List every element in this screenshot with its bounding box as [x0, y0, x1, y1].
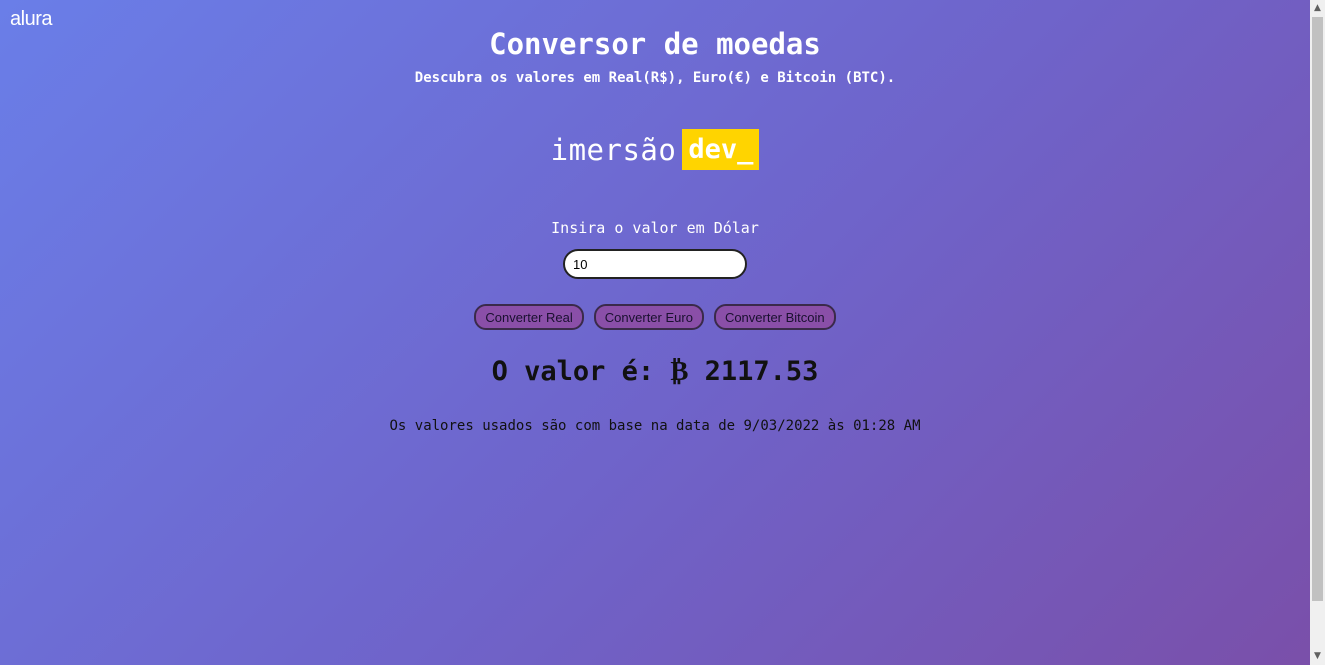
convert-euro-button[interactable]: Converter Euro: [593, 304, 704, 330]
page-subtitle: Descubra os valores em Real(R$), Euro(€)…: [414, 70, 896, 86]
vertical-scrollbar[interactable]: ▲ ▼: [1310, 0, 1325, 665]
brand-word: imersão: [550, 132, 677, 167]
result-value: O valor é: ₿ 2117.53: [491, 356, 819, 387]
page-title: Conversor de moedas: [489, 27, 821, 61]
scroll-down-icon[interactable]: ▼: [1310, 648, 1325, 665]
scroll-up-icon[interactable]: ▲: [1310, 0, 1325, 17]
amount-input[interactable]: [563, 249, 747, 279]
convert-bitcoin-button[interactable]: Converter Bitcoin: [713, 304, 836, 330]
rate-date-note: Os valores usados são com base na data d…: [389, 418, 921, 434]
convert-buttons: Converter Real Converter Euro Converter …: [0, 304, 1310, 330]
convert-real-button[interactable]: Converter Real: [474, 304, 584, 330]
imersao-dev-logo: imersão dev_: [0, 129, 1310, 170]
page: alura Conversor de moedas Descubra os va…: [0, 0, 1310, 665]
scroll-thumb[interactable]: [1312, 17, 1323, 601]
brand-tag: dev_: [682, 129, 760, 170]
amount-label: Insira o valor em Dólar: [551, 219, 759, 237]
